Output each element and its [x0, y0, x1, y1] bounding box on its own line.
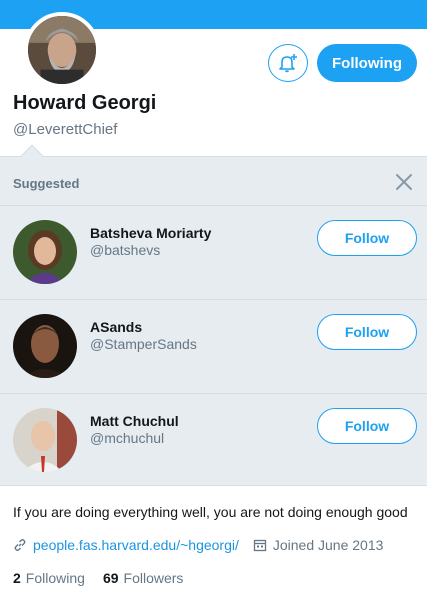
link-icon [13, 538, 27, 552]
suggested-user-row[interactable]: Matt Chuchul @mchuchul Follow [0, 394, 427, 488]
followers-count[interactable]: 69 [103, 570, 119, 586]
follow-button[interactable]: Follow [317, 314, 417, 350]
suggested-user-name[interactable]: ASands [90, 319, 142, 335]
profile-handle[interactable]: @LeverettChief [13, 121, 117, 138]
close-icon [396, 174, 412, 190]
joined-label: Joined June 2013 [272, 537, 384, 553]
suggested-user-avatar[interactable] [13, 314, 77, 378]
avatar-photo [13, 408, 77, 472]
profile-avatar[interactable] [24, 12, 100, 88]
suggested-title: Suggested [13, 176, 80, 191]
following-count[interactable]: 2 [13, 570, 21, 586]
suggested-panel: Suggested Batsheva Moriarty @batshevs Fo… [0, 156, 427, 486]
profile-name: Howard Georgi [13, 92, 157, 114]
bell-plus-icon [279, 54, 297, 73]
suggested-user-name[interactable]: Batsheva Moriarty [90, 225, 211, 241]
suggested-close-button[interactable] [393, 171, 415, 193]
profile-avatar-photo [28, 16, 96, 84]
suggested-user-handle: @StamperSands [90, 336, 197, 352]
suggested-user-avatar[interactable] [13, 220, 77, 284]
following-button[interactable]: Following [317, 44, 417, 82]
suggested-user-name[interactable]: Matt Chuchul [90, 413, 179, 429]
suggested-user-row[interactable]: ASands @StamperSands Follow [0, 300, 427, 394]
suggested-user-handle: @mchuchul [90, 430, 165, 446]
follow-button[interactable]: Follow [317, 408, 417, 444]
followers-label[interactable]: Followers [124, 570, 184, 586]
profile-meta: people.fas.harvard.edu/~hgeorgi/ Joined … [13, 536, 383, 554]
calendar-icon [253, 538, 267, 552]
website-link[interactable]: people.fas.harvard.edu/~hgeorgi/ [33, 537, 239, 553]
suggested-user-handle: @batshevs [90, 242, 161, 258]
notifications-button[interactable] [268, 44, 308, 82]
suggested-user-avatar[interactable] [13, 408, 77, 472]
suggested-user-row[interactable]: Batsheva Moriarty @batshevs Follow [0, 206, 427, 300]
joined-date: Joined June 2013 [253, 537, 384, 553]
suggested-header: Suggested [0, 157, 427, 206]
following-label[interactable]: Following [26, 570, 85, 586]
avatar-photo [13, 220, 77, 284]
follow-button[interactable]: Follow [317, 220, 417, 256]
profile-bio: If you are doing everything well, you ar… [13, 504, 408, 520]
avatar-photo [13, 314, 77, 378]
profile-stats: 2 Following 69 Followers [13, 570, 201, 586]
